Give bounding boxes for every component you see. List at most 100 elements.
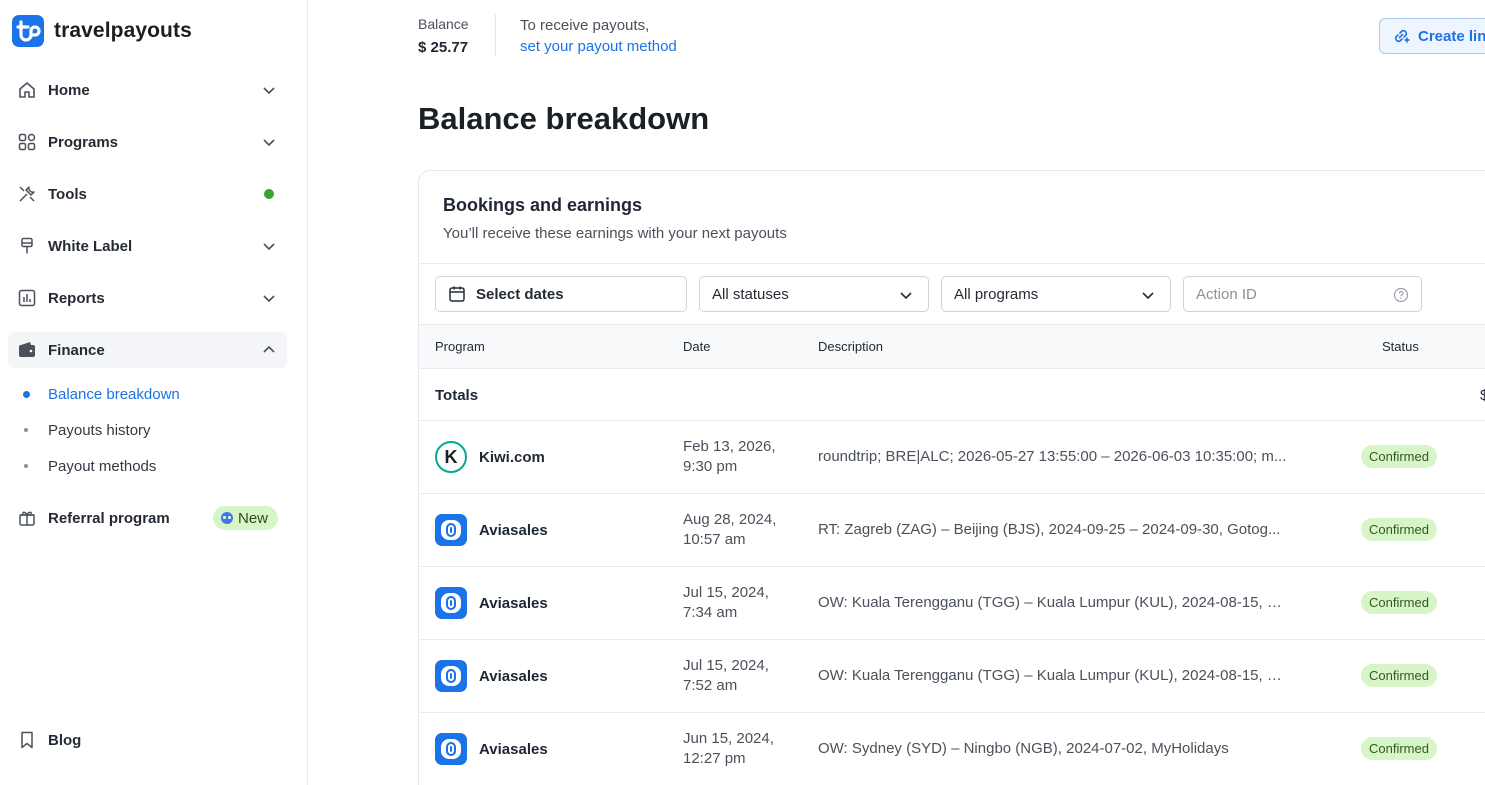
select-dates-button[interactable]: Select dates — [435, 276, 687, 312]
program-name: Aviasales — [479, 521, 548, 539]
table-row-program[interactable]: Aviasales — [435, 514, 548, 546]
row-date-time: 7:34 am — [683, 604, 738, 621]
sidebar-item-label: Tools — [48, 185, 87, 203]
program-name: Aviasales — [479, 667, 548, 685]
status-badge: Confirmed — [1361, 518, 1437, 541]
sidebar-item-white-label[interactable]: White Label — [8, 228, 287, 264]
help-icon[interactable] — [1393, 287, 1409, 303]
column-header-date[interactable]: Date — [683, 339, 710, 354]
table-row-program[interactable]: K Kiwi.com — [435, 441, 545, 473]
new-badge: New — [212, 506, 278, 530]
sidebar-item-referral[interactable]: Referral program New — [8, 500, 287, 536]
row-description: OW: Kuala Terengganu (TGG) – Kuala Lumpu… — [818, 594, 1288, 611]
chevron-down-icon — [900, 292, 912, 300]
table-row-program[interactable]: Aviasales — [435, 733, 548, 765]
gift-icon — [17, 508, 37, 528]
status-select-value: All statuses — [712, 285, 789, 303]
column-header-status[interactable]: Status — [1382, 339, 1419, 354]
sidebar-subitem-payouts-history[interactable]: Payouts history — [48, 422, 151, 439]
row-date-time: 10:57 am — [683, 531, 746, 548]
set-payout-method-link[interactable]: set your payout method — [520, 38, 677, 55]
row-date: Jul 15, 2024, 7:52 am — [683, 656, 803, 696]
chevron-down-icon — [263, 87, 275, 95]
table-header — [419, 325, 1485, 369]
select-dates-label: Select dates — [476, 285, 564, 303]
chart-icon — [17, 288, 37, 308]
row-description: OW: Kuala Terengganu (TGG) – Kuala Lumpu… — [818, 667, 1288, 684]
status-select[interactable]: All statuses — [699, 276, 929, 312]
divider — [419, 493, 1485, 494]
link-icon — [1394, 29, 1410, 43]
sidebar-item-label: Reports — [48, 289, 105, 307]
status-dot — [264, 189, 274, 199]
status-badge: Confirmed — [1361, 445, 1437, 468]
calendar-icon — [449, 286, 465, 302]
program-select[interactable]: All programs — [941, 276, 1171, 312]
sidebar-item-reports[interactable]: Reports — [8, 280, 287, 316]
sidebar-item-label: Referral program — [48, 509, 170, 527]
sidebar: travelpayouts Home Programs Tools White … — [0, 0, 308, 785]
totals-label: Totals — [435, 387, 479, 404]
chevron-down-icon — [263, 295, 275, 303]
sidebar-item-tools[interactable]: Tools — [8, 176, 287, 212]
divider — [419, 420, 1485, 421]
sidebar-item-label: Blog — [48, 731, 82, 749]
sidebar-item-programs[interactable]: Programs — [8, 124, 287, 160]
travelpayouts-logo-icon — [12, 15, 44, 47]
row-date-day: Aug 28, 2024, — [683, 511, 777, 528]
divider — [495, 14, 496, 57]
table-row-program[interactable]: Aviasales — [435, 587, 548, 619]
program-name: Kiwi.com — [479, 448, 545, 466]
column-header-program[interactable]: Program — [435, 339, 485, 354]
sidebar-subitem-payout-methods[interactable]: Payout methods — [48, 458, 156, 475]
row-date: Feb 13, 2026, 9:30 pm — [683, 437, 803, 477]
sidebar-item-label: Finance — [48, 341, 105, 359]
status-badge: Confirmed — [1361, 591, 1437, 614]
brush-icon — [17, 236, 37, 256]
brand-name: travelpayouts — [54, 19, 192, 42]
brand-logo[interactable]: travelpayouts — [12, 15, 192, 47]
action-id-field[interactable] — [1183, 276, 1422, 312]
create-link-button[interactable]: Create link — [1379, 18, 1485, 54]
row-date: Jun 15, 2024, 12:27 pm — [683, 729, 803, 769]
chevron-down-icon — [1142, 292, 1154, 300]
sidebar-item-blog[interactable]: Blog — [8, 722, 287, 758]
row-date-time: 7:52 am — [683, 677, 738, 694]
aviasales-logo-icon — [435, 660, 467, 692]
sidebar-item-finance[interactable]: Finance — [8, 332, 287, 368]
divider — [419, 263, 1485, 264]
card-subtitle: You’ll receive these earnings with your … — [443, 225, 787, 242]
create-link-label: Create link — [1418, 27, 1485, 45]
chevron-up-icon — [263, 345, 275, 353]
card-title: Bookings and earnings — [443, 195, 643, 215]
table-row-program[interactable]: Aviasales — [435, 660, 548, 692]
action-id-input[interactable] — [1196, 285, 1376, 303]
payout-hint: To receive payouts, — [520, 17, 650, 34]
bookmark-icon — [17, 730, 37, 750]
program-name: Aviasales — [479, 740, 548, 758]
row-date-time: 12:27 pm — [683, 750, 746, 767]
sidebar-item-label: White Label — [48, 237, 133, 255]
divider — [419, 368, 1485, 369]
column-header-description[interactable]: Description — [818, 339, 883, 354]
tools-icon — [17, 184, 37, 204]
row-date-day: Jun 15, 2024, — [683, 730, 774, 747]
sidebar-item-label: Home — [48, 81, 90, 99]
row-date-day: Jul 15, 2024, — [683, 584, 769, 601]
sidebar-item-home[interactable]: Home — [8, 72, 287, 108]
aviasales-logo-icon — [435, 733, 467, 765]
status-badge: Confirmed — [1361, 737, 1437, 760]
row-description: RT: Zagreb (ZAG) – Beijing (BJS), 2024-0… — [818, 521, 1281, 538]
totals-amount: $ — [1480, 387, 1485, 404]
row-description: OW: Sydney (SYD) – Ningbo (NGB), 2024-07… — [818, 740, 1229, 757]
wallet-icon — [17, 340, 37, 360]
grid-icon — [17, 132, 37, 152]
program-name: Aviasales — [479, 594, 548, 612]
sidebar-subitem-balance-breakdown[interactable]: Balance breakdown — [48, 386, 180, 403]
aviasales-logo-icon — [435, 514, 467, 546]
smiley-icon — [220, 512, 233, 524]
row-description: roundtrip; BRE|ALC; 2026-05-27 13:55:00 … — [818, 448, 1287, 465]
bullet — [24, 464, 28, 468]
row-date: Aug 28, 2024, 10:57 am — [683, 510, 803, 550]
kiwi-logo-icon: K — [435, 441, 467, 473]
